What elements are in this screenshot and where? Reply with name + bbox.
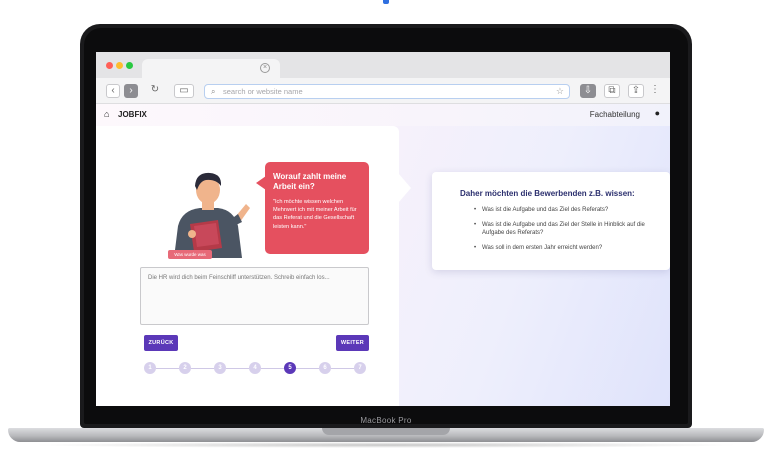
person-reading-illustration (174, 172, 250, 258)
illustration-caption: Was wurde was (168, 250, 212, 259)
card-arrow (399, 174, 411, 202)
progress-stepper: 1 2 3 4 5 6 7 (144, 362, 372, 376)
step-7[interactable]: 7 (354, 362, 366, 374)
top-marker (383, 0, 389, 4)
reload-icon[interactable]: ↻ (148, 84, 162, 98)
back-button[interactable]: ZURÜCK (144, 335, 178, 351)
step-2[interactable]: 2 (179, 362, 191, 374)
browser-screen: × ‹ › ↻ ▭ ⌕ search or website name ☆ ⇩ ⧉… (96, 52, 670, 406)
answer-textarea[interactable]: Die HR wird dich beim Feinschliff unters… (140, 267, 369, 325)
step-3[interactable]: 3 (214, 362, 226, 374)
tab-bar: × (96, 52, 670, 78)
list-item: Was soll in dem ersten Jahr erreicht wer… (474, 244, 654, 253)
address-bar[interactable]: ⌕ search or website name ☆ (204, 84, 570, 99)
bookmark-star-icon[interactable]: ☆ (556, 86, 564, 97)
device-label: MacBook Pro (360, 416, 412, 425)
search-icon: ⌕ (211, 87, 216, 96)
next-button[interactable]: WEITER (336, 335, 369, 351)
browser-toolbar: ‹ › ↻ ▭ ⌕ search or website name ☆ ⇩ ⧉ ⇪… (96, 78, 670, 104)
list-item: Was ist die Aufgabe und das Ziel des Ref… (474, 206, 654, 215)
speech-bubble: Worauf zahlt meine Arbeit ein? "Ich möch… (265, 162, 369, 254)
address-placeholder: search or website name (223, 87, 303, 96)
sidebar-icon[interactable]: ▭ (174, 84, 194, 98)
close-tab-icon[interactable]: × (260, 63, 270, 73)
app-header: ⌂ JOBFIX Fachabteilung ● (96, 104, 670, 126)
close-window-dot[interactable] (106, 62, 113, 69)
info-card: Daher möchten die Bewerbenden z.B. wisse… (432, 172, 670, 270)
step-5[interactable]: 5 (284, 362, 296, 374)
share-icon[interactable]: ⇪ (628, 84, 644, 98)
back-nav-icon[interactable]: ‹ (106, 84, 120, 98)
department-label[interactable]: Fachabteilung (590, 110, 640, 119)
laptop-shadow (30, 442, 742, 448)
laptop-notch (322, 428, 450, 435)
more-menu-icon[interactable]: ⋮ (650, 84, 660, 98)
maximize-window-dot[interactable] (126, 62, 133, 69)
home-icon[interactable]: ⌂ (104, 109, 109, 119)
page-content: Was wurde was Worauf zahlt meine Arbeit … (96, 126, 670, 406)
question-card: Was wurde was Worauf zahlt meine Arbeit … (96, 126, 399, 406)
minimize-window-dot[interactable] (116, 62, 123, 69)
browser-tab[interactable]: × (142, 59, 280, 78)
download-icon[interactable]: ⇩ (580, 84, 596, 98)
info-card-title: Daher möchten die Bewerbenden z.B. wisse… (460, 189, 635, 198)
speech-bubble-title: Worauf zahlt meine Arbeit ein? (273, 172, 347, 191)
brand-logo[interactable]: JOBFIX (118, 110, 147, 119)
step-1[interactable]: 1 (144, 362, 156, 374)
forward-nav-icon[interactable]: › (124, 84, 138, 98)
tabs-overview-icon[interactable]: ⧉ (604, 84, 620, 98)
user-icon[interactable]: ● (655, 108, 660, 118)
step-6[interactable]: 6 (319, 362, 331, 374)
answer-placeholder: Die HR wird dich beim Feinschliff unters… (148, 275, 330, 281)
speech-bubble-text: "Ich möchte wissen welchen Mehrwert ich … (273, 199, 357, 230)
info-card-list: Was ist die Aufgabe und das Ziel des Ref… (474, 206, 654, 258)
step-4[interactable]: 4 (249, 362, 261, 374)
list-item: Was ist die Aufgabe und das Ziel der Ste… (474, 221, 654, 238)
